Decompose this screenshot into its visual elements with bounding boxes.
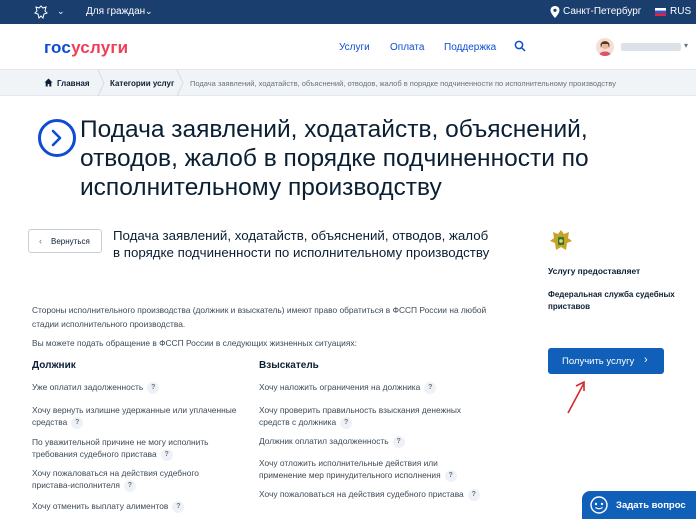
situations-intro: Вы можете подать обращение в ФССП России…: [32, 338, 357, 348]
situation-label[interactable]: Хочу проверить правильность взыскания де…: [259, 405, 461, 427]
user-menu-chevron-icon[interactable]: ▾: [684, 41, 688, 50]
help-icon[interactable]: ?: [71, 416, 84, 429]
creditor-situation[interactable]: Хочу проверить правильность взыскания де…: [259, 404, 484, 429]
situation-label[interactable]: Должник оплатил задолженность: [259, 436, 389, 446]
nav-services[interactable]: Услуги: [339, 42, 370, 53]
breadcrumb-separator-icon: [176, 70, 184, 96]
chevron-down-icon[interactable]: ⌄: [57, 6, 65, 17]
search-icon[interactable]: [514, 40, 526, 52]
breadcrumb: Главная Категории услуг Подача заявлений…: [0, 70, 696, 96]
situation-label[interactable]: Уже оплатил задолженность: [32, 382, 143, 392]
ask-question-label: Задать вопрос: [616, 500, 686, 511]
debtor-situation[interactable]: Хочу отменить выплату алиментов?: [32, 500, 242, 513]
red-pointer-arrow-icon: [567, 380, 585, 414]
help-icon[interactable]: ?: [123, 479, 136, 492]
creditor-heading: Взыскатель: [259, 360, 319, 371]
coat-of-arms-icon[interactable]: [33, 4, 49, 20]
top-bar: ⌄ Для граждан ⌄ Санкт-Петербург RUS: [0, 0, 696, 24]
language-selector[interactable]: RUS: [670, 6, 691, 17]
location-pin-icon[interactable]: [550, 6, 560, 18]
russia-flag-icon[interactable]: [655, 8, 666, 16]
debtor-situation[interactable]: Уже оплатил задолженность?: [32, 381, 242, 394]
title-arrow-icon: [38, 119, 76, 157]
username-hidden[interactable]: [621, 43, 681, 51]
logo-part-uslugi: услуги: [71, 38, 129, 57]
back-button-label: Вернуться: [51, 237, 90, 246]
help-icon[interactable]: ?: [147, 381, 160, 394]
back-button[interactable]: ‹ Вернуться: [28, 229, 102, 253]
avatar[interactable]: [596, 38, 614, 56]
debtor-situation[interactable]: По уважительной причине не могу исполнит…: [32, 436, 232, 461]
header: госуслуги Услуги Оплата Поддержка ▾: [0, 24, 696, 70]
get-service-label: Получить услугу: [562, 356, 635, 367]
chevron-down-icon[interactable]: ⌄: [145, 6, 153, 17]
breadcrumb-categories[interactable]: Категории услуг: [110, 79, 174, 88]
logo-part-gos: гос: [44, 38, 72, 57]
debtor-heading: Должник: [32, 360, 76, 371]
debtor-situation[interactable]: Хочу пожаловаться на действия судебного …: [32, 467, 232, 492]
creditor-situation[interactable]: Хочу пожаловаться на действия судебного …: [259, 488, 499, 501]
service-title: Подача заявлений, ходатайств, объяснений…: [113, 228, 490, 260]
audience-selector[interactable]: Для граждан: [86, 6, 145, 17]
breadcrumb-current: Подача заявлений, ходатайств, объяснений…: [190, 79, 616, 88]
provider-label: Услугу предоставляет: [548, 266, 641, 276]
breadcrumb-home[interactable]: Главная: [57, 79, 90, 88]
gosuslugi-logo[interactable]: госуслуги: [44, 38, 128, 58]
situation-label[interactable]: Хочу пожаловаться на действия судебного …: [32, 468, 199, 490]
situation-label[interactable]: Хочу вернуть излишне удержанные или упла…: [32, 405, 236, 427]
debtor-situation[interactable]: Хочу вернуть излишне удержанные или упла…: [32, 404, 252, 429]
help-icon[interactable]: ?: [424, 381, 437, 394]
nav-payment[interactable]: Оплата: [390, 42, 424, 53]
situation-label[interactable]: Хочу отложить исполнительные действия ил…: [259, 458, 441, 480]
help-icon[interactable]: ?: [340, 416, 353, 429]
fssp-emblem-icon: [550, 230, 572, 250]
provider-name: Федеральная служба судебных приставов: [548, 290, 675, 311]
nav-support[interactable]: Поддержка: [444, 42, 496, 53]
chat-bot-icon: [590, 496, 608, 514]
situation-label[interactable]: Хочу наложить ограничения на должника: [259, 382, 420, 392]
creditor-situation[interactable]: Хочу отложить исполнительные действия ил…: [259, 457, 474, 482]
help-icon[interactable]: ?: [467, 488, 480, 501]
home-icon: [44, 78, 53, 87]
ask-question-button[interactable]: Задать вопрос: [582, 491, 696, 519]
help-icon[interactable]: ?: [444, 469, 457, 482]
city-selector[interactable]: Санкт-Петербург: [563, 6, 641, 17]
help-icon[interactable]: ?: [160, 448, 173, 461]
creditor-situation[interactable]: Должник оплатил задолженность?: [259, 435, 489, 448]
intro-text: Стороны исполнительного производства (до…: [32, 305, 487, 329]
help-icon[interactable]: ?: [172, 500, 185, 513]
situation-label[interactable]: Хочу пожаловаться на действия судебного …: [259, 489, 464, 499]
get-service-button[interactable]: Получить услугу ›: [548, 348, 664, 374]
situation-label[interactable]: Хочу отменить выплату алиментов: [32, 501, 168, 511]
creditor-situation[interactable]: Хочу наложить ограничения на должника?: [259, 381, 489, 394]
chevron-right-icon: ›: [644, 354, 648, 366]
situation-label[interactable]: По уважительной причине не могу исполнит…: [32, 437, 209, 459]
chevron-left-icon: ‹: [39, 236, 42, 246]
breadcrumb-separator-icon: [97, 70, 105, 96]
page-title: Подача заявлений, ходатайств, объяснений…: [80, 116, 589, 201]
help-icon[interactable]: ?: [392, 435, 405, 448]
